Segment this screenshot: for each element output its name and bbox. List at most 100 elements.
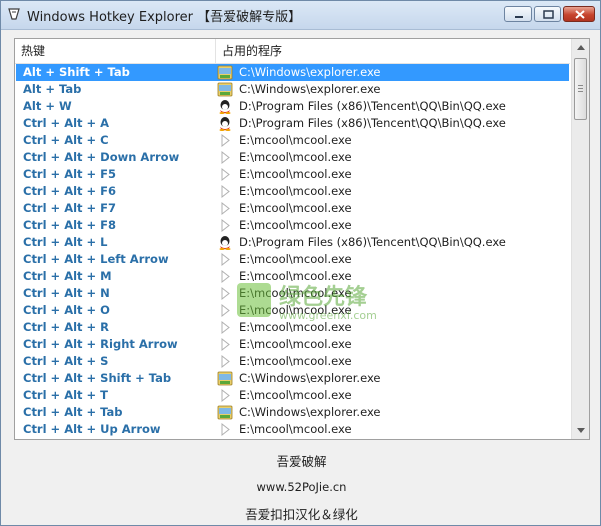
- play-icon: [217, 184, 233, 199]
- program-path-cell: E:\mcool\mcool.exe: [239, 218, 352, 232]
- program-path-cell: D:\Program Files (x86)\Tencent\QQ\Bin\QQ…: [239, 99, 506, 113]
- hotkey-cell: Ctrl + Alt + Shift + Tab: [23, 371, 172, 385]
- play-icon: [217, 388, 233, 403]
- hotkey-cell: Alt + W: [23, 99, 72, 113]
- footer-credit: 吾爱破解: [276, 454, 327, 469]
- hotkey-cell: Ctrl + Alt + L: [23, 235, 108, 249]
- program-path-cell: E:\mcool\mcool.exe: [239, 286, 352, 300]
- table-row[interactable]: Ctrl + Alt + N E:\mcool\mcool.exe: [16, 285, 569, 302]
- program-path-cell: E:\mcool\mcool.exe: [239, 167, 352, 181]
- table-row[interactable]: Ctrl + Alt + T E:\mcool\mcool.exe: [16, 387, 569, 404]
- program-path-cell: E:\mcool\mcool.exe: [239, 133, 352, 147]
- table-row[interactable]: Alt + Shift + Tab C:\Windows\explorer.exe: [16, 64, 569, 81]
- play-icon: [217, 286, 233, 301]
- table-row[interactable]: Ctrl + Alt + F5 E:\mcool\mcool.exe: [16, 166, 569, 183]
- minimize-icon: [515, 16, 523, 18]
- program-path-cell: E:\mcool\mcool.exe: [239, 354, 352, 368]
- scroll-thumb[interactable]: [574, 58, 587, 120]
- table-row[interactable]: Ctrl + Alt + O E:\mcool\mcool.exe: [16, 302, 569, 319]
- program-path-cell: E:\mcool\mcool.exe: [239, 320, 352, 334]
- hotkey-cell: Ctrl + Alt + F8: [23, 218, 117, 232]
- hotkey-cell: Ctrl + Alt + T: [23, 388, 109, 402]
- table-row[interactable]: Ctrl + Alt + Down Arrow E:\mcool\mcool.ex…: [16, 149, 569, 166]
- program-path-cell: E:\mcool\mcool.exe: [239, 184, 352, 198]
- maximize-button[interactable]: [534, 6, 561, 22]
- table-row[interactable]: Ctrl + Alt + S E:\mcool\mcool.exe: [16, 353, 569, 370]
- vertical-scrollbar[interactable]: [571, 39, 590, 439]
- hotkey-cell: Ctrl + Alt + O: [23, 303, 110, 317]
- hotkey-cell: Ctrl + Alt + F7: [23, 201, 117, 215]
- app-logo-icon: [8, 8, 20, 20]
- column-header-hotkey[interactable]: 热键: [15, 39, 216, 63]
- table-row[interactable]: Ctrl + Alt + L D:\Program Files (x86)\Ten…: [16, 234, 569, 251]
- play-icon: [217, 354, 233, 369]
- explorer-icon: [217, 65, 233, 80]
- explorer-icon: [217, 82, 233, 97]
- window-title: Windows Hotkey Explorer 【吾爱破解专版】: [27, 10, 302, 25]
- hotkey-cell: Ctrl + Alt + N: [23, 286, 110, 300]
- hotkey-list[interactable]: 热键 占用的程序 Alt + Shift + Tab C:\Windows\exp…: [14, 38, 590, 440]
- qq-icon: [217, 99, 233, 114]
- hotkey-cell: Alt + Shift + Tab: [23, 65, 130, 79]
- table-row[interactable]: Ctrl + Alt + F8 E:\mcool\mcool.exe: [16, 217, 569, 234]
- program-path-cell: C:\Windows\explorer.exe: [239, 65, 381, 79]
- table-row[interactable]: Ctrl + Alt + C E:\mcool\mcool.exe: [16, 132, 569, 149]
- program-path-cell: D:\Program Files (x86)\Tencent\QQ\Bin\QQ…: [239, 116, 506, 130]
- play-icon: [217, 269, 233, 284]
- program-path-cell: E:\mcool\mcool.exe: [239, 422, 352, 436]
- hotkey-cell: Ctrl + Alt + R: [23, 320, 110, 334]
- close-icon: [575, 10, 585, 19]
- qq-icon: [217, 235, 233, 250]
- hotkey-cell: Ctrl + Alt + S: [23, 354, 109, 368]
- column-header-program[interactable]: 占用的程序: [216, 39, 570, 63]
- hotkey-cell: Ctrl + Alt + C: [23, 133, 109, 147]
- hotkey-cell: Ctrl + Alt + Up Arrow: [23, 422, 161, 436]
- play-icon: [217, 252, 233, 267]
- program-path-cell: E:\mcool\mcool.exe: [239, 303, 352, 317]
- app-window: Windows Hotkey Explorer 【吾爱破解专版】 热键 占用的程…: [0, 0, 601, 526]
- table-row[interactable]: Ctrl + Alt + Left Arrow E:\mcool\mcool.ex…: [16, 251, 569, 268]
- table-row[interactable]: Ctrl + Alt + F6 E:\mcool\mcool.exe: [16, 183, 569, 200]
- list-rows: Alt + Shift + Tab C:\Windows\explorer.exe…: [15, 64, 570, 439]
- hotkey-cell: Alt + Tab: [23, 82, 82, 96]
- qq-icon: [217, 116, 233, 131]
- program-path-cell: E:\mcool\mcool.exe: [239, 337, 352, 351]
- explorer-icon: [217, 405, 233, 420]
- table-row[interactable]: Alt + W D:\Program Files (x86)\Tencent\QQ…: [16, 98, 569, 115]
- table-row[interactable]: Ctrl + Alt + R E:\mcool\mcool.exe: [16, 319, 569, 336]
- play-icon: [217, 133, 233, 148]
- table-row[interactable]: Ctrl + Alt + A D:\Program Files (x86)\Ten…: [16, 115, 569, 132]
- explorer-icon: [217, 371, 233, 386]
- hotkey-cell: Ctrl + Alt + F5: [23, 167, 117, 181]
- hotkey-cell: Ctrl + Alt + A: [23, 116, 110, 130]
- scroll-down-arrow-icon[interactable]: [572, 422, 590, 439]
- program-path-cell: C:\Windows\explorer.exe: [239, 405, 381, 419]
- program-path-cell: C:\Windows\explorer.exe: [239, 82, 381, 96]
- table-row[interactable]: Ctrl + Alt + Shift + Tab C:\Windows\explo…: [16, 370, 569, 387]
- hotkey-cell: Ctrl + Alt + Right Arrow: [23, 337, 178, 351]
- table-row[interactable]: Ctrl + Alt + M E:\mcool\mcool.exe: [16, 268, 569, 285]
- scroll-up-arrow-icon[interactable]: [572, 39, 590, 56]
- table-row[interactable]: Ctrl + Alt + Right Arrow E:\mcool\mcool.e…: [16, 336, 569, 353]
- program-path-cell: C:\Windows\explorer.exe: [239, 371, 381, 385]
- program-path-cell: D:\Program Files (x86)\Tencent\QQ\Bin\QQ…: [239, 235, 506, 249]
- hotkey-cell: Ctrl + Alt + Tab: [23, 405, 123, 419]
- program-path-cell: E:\mcool\mcool.exe: [239, 150, 352, 164]
- play-icon: [217, 167, 233, 182]
- close-button[interactable]: [563, 6, 595, 22]
- hotkey-cell: Ctrl + Alt + Down Arrow: [23, 150, 180, 164]
- play-icon: [217, 150, 233, 165]
- play-icon: [217, 201, 233, 216]
- program-path-cell: E:\mcool\mcool.exe: [239, 269, 352, 283]
- table-row[interactable]: Ctrl + Alt + Tab C:\Windows\explorer.exe: [16, 404, 569, 421]
- program-path-cell: E:\mcool\mcool.exe: [239, 201, 352, 215]
- play-icon: [217, 303, 233, 318]
- table-row[interactable]: Ctrl + Alt + Up Arrow E:\mcool\mcool.exe: [16, 421, 569, 438]
- table-row[interactable]: Alt + Tab C:\Windows\explorer.exe: [16, 81, 569, 98]
- minimize-button[interactable]: [504, 6, 532, 22]
- footer-localization: 吾爱扣扣汉化＆绿化: [245, 507, 358, 522]
- table-row[interactable]: Ctrl + Alt + F7 E:\mcool\mcool.exe: [16, 200, 569, 217]
- play-icon: [217, 422, 233, 437]
- title-bar[interactable]: Windows Hotkey Explorer 【吾爱破解专版】: [1, 1, 600, 30]
- footer-url[interactable]: www.52PoJie.cn: [1, 480, 601, 494]
